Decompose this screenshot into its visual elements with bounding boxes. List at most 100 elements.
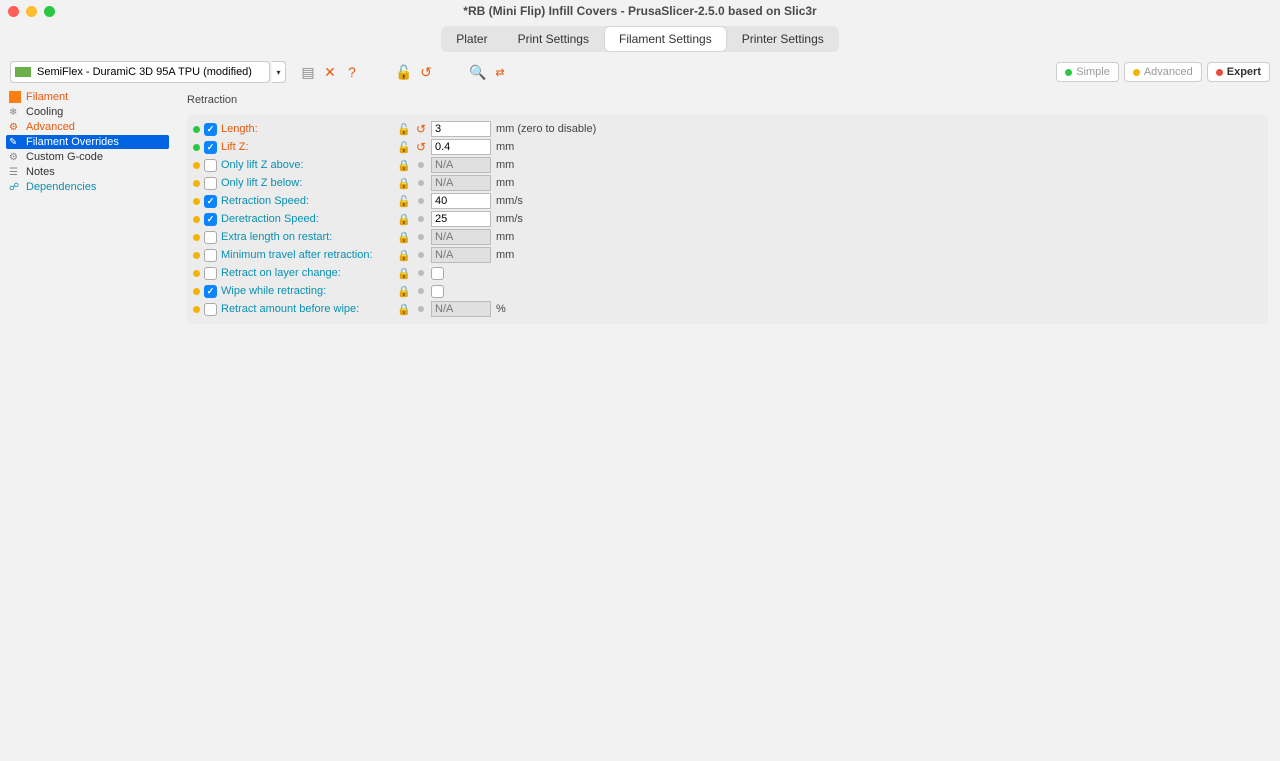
unit-label: % [496, 303, 506, 315]
row-deretraction-speed: Deretraction Speed: 🔒 mm/s [193, 210, 1262, 228]
preset-name-input[interactable] [37, 66, 265, 78]
minimize-icon[interactable] [26, 6, 37, 17]
lock-icon[interactable]: 🔒 [397, 303, 411, 316]
lock-icon[interactable]: 🔒 [397, 159, 411, 172]
mode-advanced-label: Advanced [1144, 66, 1193, 78]
preset-color-icon [15, 67, 31, 77]
lock-icon[interactable]: 🔒 [397, 231, 411, 244]
mode-expert-button[interactable]: Expert [1207, 62, 1270, 82]
sidebar-item-notes[interactable]: Notes [6, 165, 169, 179]
override-checkbox[interactable] [204, 249, 217, 262]
zoom-icon[interactable] [44, 6, 55, 17]
sidebar-label: Dependencies [26, 181, 96, 193]
override-checkbox[interactable] [204, 195, 217, 208]
override-checkbox[interactable] [204, 303, 217, 316]
value-input [431, 301, 491, 317]
param-label: Minimum travel after retraction: [221, 249, 391, 261]
row-only-lift-below: Only lift Z below: 🔒 mm [193, 174, 1262, 192]
retraction-panel: Length: 🔓 ↺ mm (zero to disable) Lift Z:… [187, 114, 1268, 324]
mode-simple-label: Simple [1076, 66, 1110, 78]
override-checkbox[interactable] [204, 141, 217, 154]
tab-filament-settings[interactable]: Filament Settings [605, 27, 726, 51]
param-label: Length: [221, 123, 391, 135]
sidebar-label: Filament Overrides [26, 136, 119, 148]
reset-icon[interactable]: ↺ [416, 140, 426, 154]
default-dot-icon [418, 234, 424, 240]
unlock-icon[interactable]: 🔓 [397, 123, 411, 136]
lock-icon[interactable]: 🔒 [397, 177, 411, 190]
content-area: Retraction Length: 🔓 ↺ mm (zero to disab… [175, 86, 1280, 761]
row-only-lift-above: Only lift Z above: 🔒 mm [193, 156, 1262, 174]
override-checkbox[interactable] [204, 231, 217, 244]
section-header-retraction: Retraction [187, 92, 1268, 114]
level-dot-icon [193, 252, 200, 259]
tab-plater[interactable]: Plater [442, 27, 501, 51]
sidebar-item-filament[interactable]: Filament [6, 90, 169, 104]
row-retraction-speed: Retraction Speed: 🔓 mm/s [193, 192, 1262, 210]
mode-simple-button[interactable]: Simple [1056, 62, 1119, 82]
tab-print-settings[interactable]: Print Settings [504, 27, 603, 51]
param-label: Only lift Z above: [221, 159, 391, 171]
unlock-icon[interactable]: 🔓 [397, 195, 411, 208]
sidebar-label: Cooling [26, 106, 63, 118]
sidebar-item-dependencies[interactable]: Dependencies [6, 180, 169, 194]
default-dot-icon [418, 306, 424, 312]
unlock-icon[interactable]: 🔓 [397, 141, 411, 154]
unlock-icon[interactable]: 🔓 [396, 64, 412, 80]
search-icon[interactable]: 🔍 [470, 64, 486, 80]
level-dot-icon [193, 234, 200, 241]
lock-icon[interactable]: 🔒 [397, 213, 411, 226]
override-checkbox[interactable] [204, 177, 217, 190]
mode-advanced-button[interactable]: Advanced [1124, 62, 1202, 82]
save-preset-icon[interactable]: ▤ [300, 64, 316, 80]
close-icon[interactable] [8, 6, 19, 17]
sidebar-label: Custom G-code [26, 151, 103, 163]
level-dot-icon [193, 270, 200, 277]
reset-icon[interactable]: ↺ [416, 122, 426, 136]
override-checkbox[interactable] [204, 123, 217, 136]
delete-preset-icon[interactable]: ✕ [322, 64, 338, 80]
preset-select[interactable] [10, 61, 270, 83]
sidebar-item-custom-gcode[interactable]: Custom G-code [6, 150, 169, 164]
help-icon[interactable]: ? [344, 64, 360, 80]
override-checkbox[interactable] [204, 159, 217, 172]
sidebar-item-filament-overrides[interactable]: Filament Overrides [6, 135, 169, 149]
sidebar-item-cooling[interactable]: Cooling [6, 105, 169, 119]
lock-icon[interactable]: 🔒 [397, 249, 411, 262]
unit-label: mm [496, 141, 514, 153]
override-checkbox[interactable] [204, 267, 217, 280]
override-checkbox[interactable] [204, 285, 217, 298]
tab-printer-settings[interactable]: Printer Settings [728, 27, 838, 51]
preset-dropdown-button[interactable]: ▾ [272, 61, 286, 83]
param-label: Retract amount before wipe: [221, 303, 391, 315]
undo-icon[interactable]: ↺ [418, 64, 434, 80]
window-controls [8, 6, 55, 17]
main-tabs: Plater Print Settings Filament Settings … [441, 26, 839, 52]
unit-label: mm/s [496, 213, 523, 225]
value-input[interactable] [431, 121, 491, 137]
sidebar-label: Filament [26, 91, 68, 103]
default-dot-icon [418, 216, 424, 222]
default-dot-icon [418, 198, 424, 204]
level-dot-icon [193, 306, 200, 313]
override-checkbox[interactable] [204, 213, 217, 226]
value-input[interactable] [431, 211, 491, 227]
lock-icon[interactable]: 🔒 [397, 267, 411, 280]
value-input [431, 157, 491, 173]
sidebar-label: Notes [26, 166, 55, 178]
level-dot-icon [193, 126, 200, 133]
mode-buttons: Simple Advanced Expert [1056, 62, 1270, 82]
compare-icon[interactable]: ⇄ [492, 64, 508, 80]
sidebar-item-advanced[interactable]: Advanced [6, 120, 169, 134]
titlebar: *RB (Mini Flip) Infill Covers - PrusaSli… [0, 0, 1280, 22]
lock-icon[interactable]: 🔒 [397, 285, 411, 298]
value-input[interactable] [431, 139, 491, 155]
value-checkbox[interactable] [431, 285, 444, 298]
value-checkbox[interactable] [431, 267, 444, 280]
param-label: Only lift Z below: [221, 177, 391, 189]
value-input[interactable] [431, 193, 491, 209]
row-retract-layer-change: Retract on layer change: 🔒 [193, 264, 1262, 282]
default-dot-icon [418, 270, 424, 276]
level-dot-icon [193, 288, 200, 295]
level-dot-icon [193, 216, 200, 223]
